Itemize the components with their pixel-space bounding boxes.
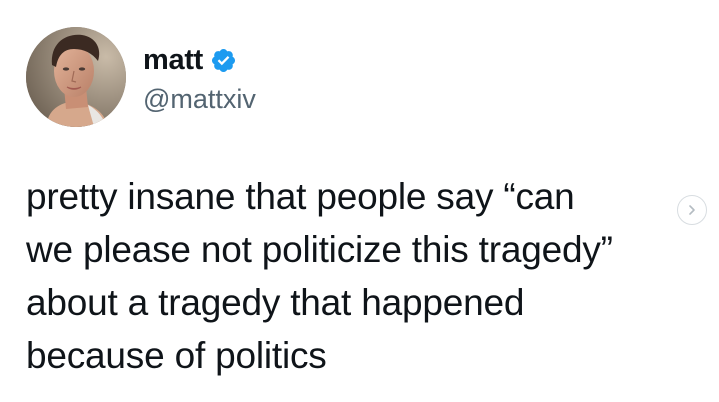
avatar[interactable] bbox=[26, 27, 126, 127]
next-button[interactable] bbox=[677, 195, 707, 225]
tweet-card: matt @mattxiv pretty insane that people … bbox=[0, 0, 719, 402]
author-handle[interactable]: @mattxiv bbox=[143, 82, 256, 116]
tweet-text: pretty insane that people say “can we pl… bbox=[26, 176, 613, 376]
author-name-row: matt bbox=[143, 42, 237, 78]
chevron-right-icon bbox=[689, 205, 695, 215]
display-name[interactable]: matt bbox=[143, 42, 203, 78]
profile-photo-icon bbox=[26, 27, 126, 127]
verified-badge-icon bbox=[210, 47, 237, 74]
